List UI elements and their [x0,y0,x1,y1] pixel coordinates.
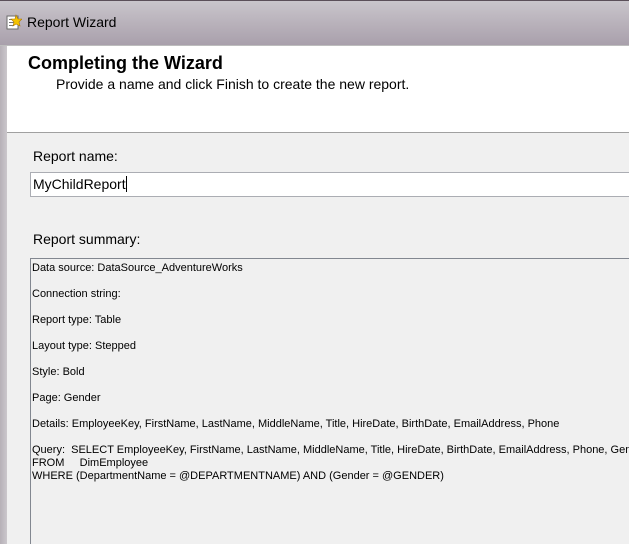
window-title: Report Wizard [27,14,117,30]
report-name-input[interactable]: MyChildReport [30,172,629,197]
page-subtitle: Provide a name and click Finish to creat… [56,76,410,92]
title-bar[interactable]: Report Wizard [0,0,629,46]
report-wizard-window: Report Wizard Completing the Wizard Prov… [0,0,629,544]
report-wizard-icon [6,14,23,30]
summary-layout-type: Layout type: Stepped [32,340,136,352]
report-name-value: MyChildReport [33,176,126,192]
summary-connection-string: Connection string: [32,288,121,300]
summary-query-line-2: FROM DimEmployee [32,457,149,469]
window-left-frame [0,46,7,544]
summary-style: Style: Bold [32,366,85,378]
page-title: Completing the Wizard [28,53,223,73]
report-summary-box[interactable]: Data source: DataSource_AdventureWorks C… [30,258,629,544]
summary-report-type: Report type: Table [32,314,122,326]
wizard-header: Completing the Wizard Provide a name and… [7,46,629,132]
summary-page: Page: Gender [32,392,101,404]
summary-details: Details: EmployeeKey, FirstName, LastNam… [32,418,560,430]
wizard-body: Report name: MyChildReport Report summar… [7,133,629,544]
report-summary-label: Report summary: [33,231,141,247]
report-name-label: Report name: [33,148,118,164]
title-bar-border [0,0,629,1]
text-caret [125,176,127,192]
summary-query-line-1: Query: SELECT EmployeeKey, FirstName, La… [32,444,629,456]
summary-data-source: Data source: DataSource_AdventureWorks [32,262,243,274]
summary-query-line-3: WHERE (DepartmentName = @DEPARTMENTNAME)… [32,470,444,482]
